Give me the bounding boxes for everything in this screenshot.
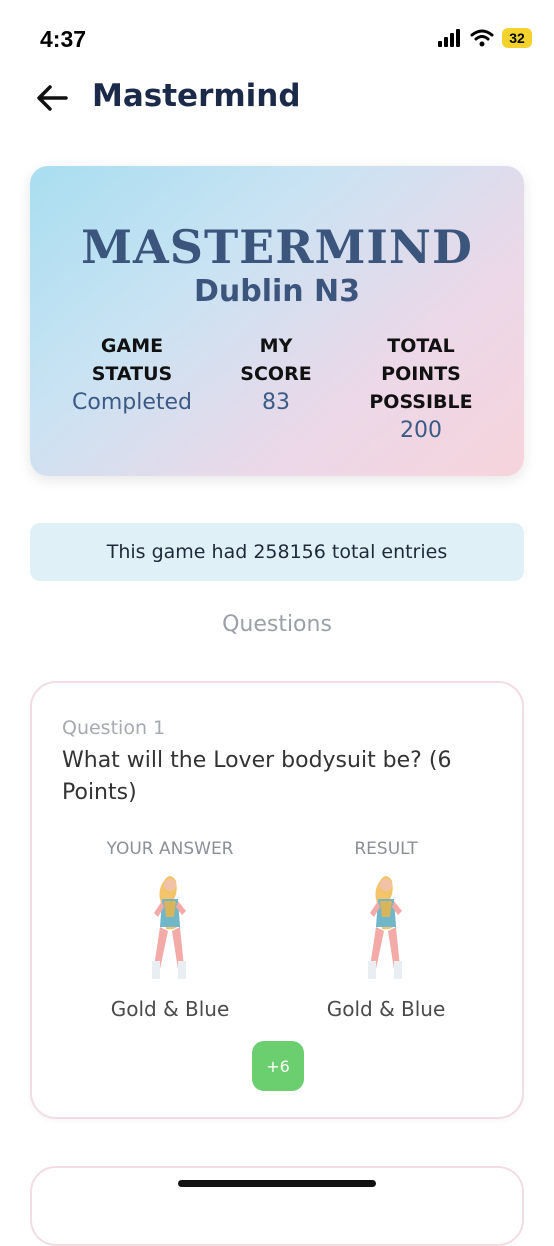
stat-game-status: GAME STATUS Completed — [50, 332, 214, 418]
question-text: What will the Lover bodysuit be? (6 Poin… — [62, 748, 452, 805]
stat-value: 200 — [400, 418, 442, 443]
stat-total-points: TOTAL POINTS POSSIBLE 200 — [346, 332, 496, 446]
question-card: Question 1 What will the Lover bodysuit … — [30, 681, 524, 1119]
status-bar: 4:37 32 — [0, 0, 554, 80]
wifi-icon — [470, 29, 494, 47]
stat-my-score: MY SCORE 83 — [216, 332, 336, 418]
question-number: Question 1 — [62, 717, 166, 739]
battery-indicator: 32 — [502, 28, 532, 48]
stat-label: GAME STATUS — [91, 335, 173, 385]
your-answer-header: YOUR ANSWER — [106, 839, 234, 859]
result-value: Gold & Blue — [326, 997, 446, 1021]
bodysuit-image — [152, 876, 186, 979]
stat-value: Completed — [72, 390, 192, 415]
stat-label: TOTAL POINTS POSSIBLE — [369, 335, 473, 413]
stat-label: MY SCORE — [240, 335, 312, 385]
stat-value: 83 — [262, 390, 290, 415]
signal-icon — [438, 29, 460, 47]
mastermind-logo: MASTERMIND — [81, 220, 473, 274]
your-answer-value: Gold & Blue — [110, 997, 230, 1021]
status-icons: 32 — [438, 28, 532, 48]
game-summary-card: MASTERMIND Dublin N3 GAME STATUS Complet… — [30, 166, 524, 476]
questions-heading: Questions — [222, 612, 332, 637]
next-question-card — [30, 1166, 524, 1246]
points-badge: +6 — [252, 1041, 304, 1091]
game-location: Dublin N3 — [193, 274, 361, 309]
home-indicator — [178, 1180, 376, 1187]
result-header: RESULT — [354, 839, 418, 859]
app-header: Mastermind — [0, 72, 554, 124]
back-arrow-icon[interactable] — [34, 80, 70, 116]
status-time: 4:37 — [40, 26, 87, 52]
entries-banner: This game had 258156 total entries — [30, 523, 524, 581]
bodysuit-image — [368, 876, 402, 979]
page-title: Mastermind — [92, 78, 301, 114]
